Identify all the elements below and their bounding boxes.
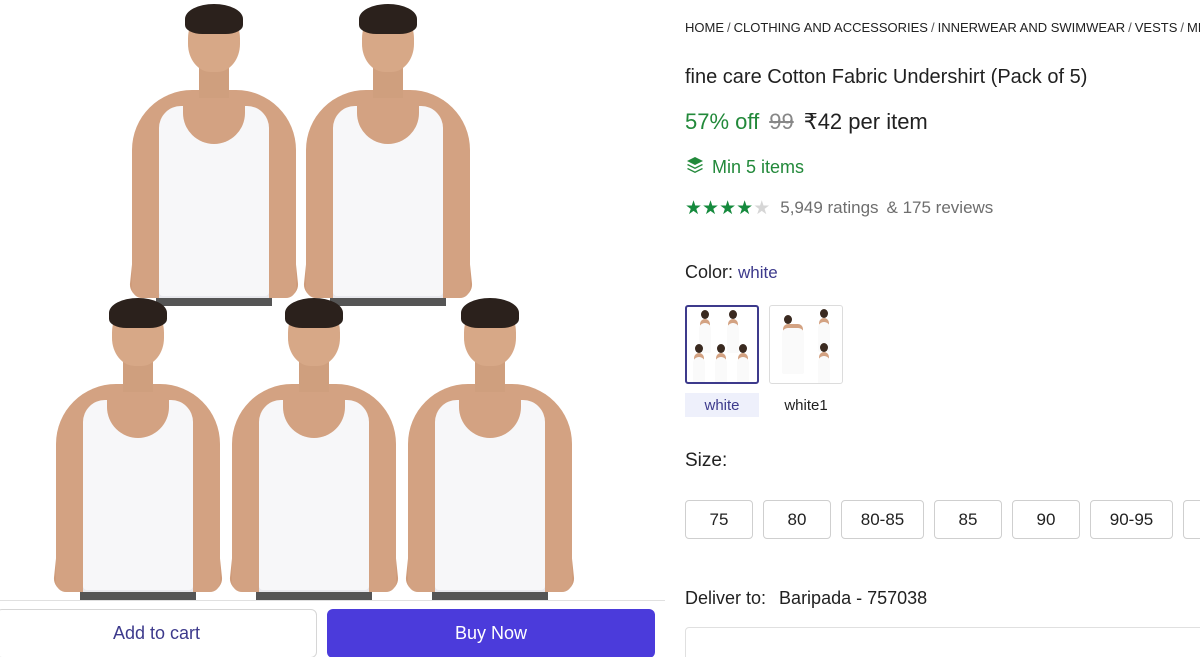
product-details: HOME / CLOTHING AND ACCESSORIES / INNERWEAR … bbox=[685, 0, 1200, 657]
size-option-85[interactable]: 85 bbox=[934, 500, 1002, 539]
delivery-location[interactable]: Baripada - 757038 bbox=[779, 588, 927, 608]
color-label: Color: bbox=[685, 262, 734, 282]
size-option-90-95[interactable]: 90-95 bbox=[1090, 500, 1173, 539]
model-figure bbox=[228, 298, 400, 600]
size-option-75[interactable]: 75 bbox=[685, 500, 753, 539]
selling-price: ₹42 per item bbox=[803, 109, 928, 134]
min-items-badge: Min 5 items bbox=[685, 155, 804, 180]
selected-color: white bbox=[738, 263, 778, 282]
color-heading: Color: white bbox=[685, 262, 778, 283]
breadcrumb-home[interactable]: HOME bbox=[685, 20, 724, 35]
breadcrumb: HOME / CLOTHING AND ACCESSORIES / INNERWEAR … bbox=[685, 20, 1200, 35]
delivery-row: Deliver to: Baripada - 757038 bbox=[685, 588, 927, 609]
product-image[interactable] bbox=[0, 0, 665, 600]
star-icon: ★ bbox=[736, 197, 754, 219]
color-swatch-white1[interactable] bbox=[769, 305, 843, 384]
color-swatch-white[interactable] bbox=[685, 305, 759, 384]
breadcrumb-separator: / bbox=[1180, 20, 1185, 35]
buy-now-button[interactable]: Buy Now bbox=[327, 609, 655, 657]
star-outline-icon: ★ bbox=[753, 197, 771, 219]
size-option-90[interactable]: 90 bbox=[1012, 500, 1080, 539]
model-figure bbox=[302, 4, 474, 308]
breadcrumb-separator: / bbox=[1128, 20, 1132, 35]
color-option-label[interactable]: white bbox=[685, 393, 759, 417]
breadcrumb-separator: / bbox=[727, 20, 731, 35]
breadcrumb-vests[interactable]: VESTS bbox=[1135, 20, 1178, 35]
breadcrumb-mens[interactable]: MEN'S V bbox=[1187, 20, 1200, 35]
price-row: 57% off 99 ₹42 per item bbox=[685, 109, 928, 135]
color-option-label[interactable]: white1 bbox=[769, 393, 843, 417]
breadcrumb-separator: / bbox=[930, 20, 935, 35]
product-title: fine care Cotton Fabric Undershirt (Pack… bbox=[685, 66, 1088, 88]
rating-row[interactable]: ★ ★ ★ ★ ★ 5,949 ratings & 175 reviews bbox=[685, 198, 993, 218]
ratings-count: 5,949 ratings bbox=[780, 198, 879, 217]
discount-percent: 57% off bbox=[685, 109, 760, 134]
model-figure bbox=[52, 298, 224, 600]
reviews-count: & 175 reviews bbox=[886, 198, 994, 217]
deliver-label: Deliver to: bbox=[685, 588, 767, 608]
size-heading: Size: bbox=[685, 450, 728, 471]
size-option-80-85[interactable]: 80-85 bbox=[841, 500, 924, 539]
star-icon: ★ bbox=[685, 197, 703, 219]
breadcrumb-clothing[interactable]: CLOTHING AND ACCESSORIES bbox=[734, 20, 928, 35]
size-option-80[interactable]: 80 bbox=[763, 500, 831, 539]
delivery-info-box bbox=[685, 627, 1200, 657]
star-rating: ★ ★ ★ ★ ★ bbox=[685, 199, 770, 218]
star-icon: ★ bbox=[719, 197, 737, 219]
add-to-cart-button[interactable]: Add to cart bbox=[0, 609, 317, 657]
layers-icon bbox=[685, 155, 705, 180]
model-figure bbox=[404, 298, 576, 600]
original-price: 99 bbox=[769, 109, 794, 134]
star-icon: ★ bbox=[702, 197, 720, 219]
model-figure bbox=[128, 4, 300, 308]
size-option-more[interactable] bbox=[1183, 500, 1200, 539]
action-bar: Add to cart Buy Now bbox=[0, 600, 665, 657]
min-items-label: Min 5 items bbox=[712, 157, 805, 177]
breadcrumb-innerwear[interactable]: INNERWEAR AND SWIMWEAR bbox=[938, 20, 1126, 35]
